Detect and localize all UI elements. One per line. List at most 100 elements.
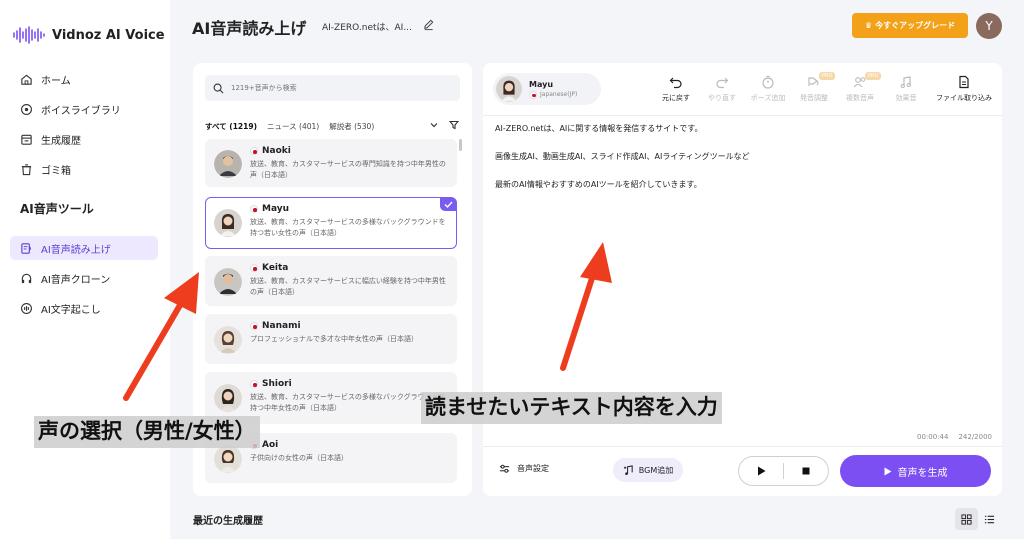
voice-description: 放送、教育、カスタマーサービスに幅広い経験を持つ中年男性の声（日本語） [250,277,446,296]
sidebar-item-label: AI文字起こし [41,304,101,316]
sidebar-item-label: AI音声読み上げ [41,244,111,256]
annotation-voice-selection: 声の選択（男性/女性） [34,416,260,448]
grid-icon [961,513,972,525]
upgrade-label: 今すぐアップグレード [875,21,956,30]
selected-voice-chip[interactable]: Mayu Japanese(JP) [493,73,601,105]
pro-badge: PRO [865,72,882,80]
japan-flag-icon [250,264,258,272]
filter-tab-all[interactable]: すべて (1219) [205,121,257,132]
sidebar-item-label: ボイスライブラリ [41,105,121,117]
text-to-speech-icon [21,242,31,254]
voice-avatar-female [214,326,242,354]
filter-tab-commentator[interactable]: 解説者 (530) [329,121,374,132]
file-import-button[interactable]: ファイル取り込み [929,75,999,103]
editor-toolbar: 元に戻す やり直す ポーズ追加 PRO 発音調整 PRO 複数音声 効果音 ファ… [653,72,999,103]
voice-avatar-female [214,209,242,237]
voice-settings-button[interactable]: 音声設定 [499,463,549,474]
japan-flag-icon [250,380,258,388]
page-title: AI音声読み上げ [192,19,307,38]
app-logo[interactable]: Vidnoz AI Voice [12,26,165,44]
redo-label: やり直す [708,94,736,102]
selected-voice-name: Mayu [529,79,554,89]
upgrade-button[interactable]: ♛ 今すぐアップグレード [852,13,968,38]
play-icon [757,466,765,476]
sidebar-item-label: ホーム [41,75,71,87]
voice-avatar-male [214,268,242,296]
voice-card-naoki[interactable]: Naoki 放送、教育、カスタマーサービスの専門知識を持つ中年男性の声（日本語） [205,139,457,187]
voice-card-nanami[interactable]: Nanami プロフェッショナルで多才な中年女性の声（日本語） [205,314,457,364]
voice-name-row: Keita [250,263,448,273]
sidebar: Vidnoz AI Voice ホーム ボイスライブラリ 生成履歴 ゴミ箱 AI… [0,0,170,539]
pro-badge: PRO [819,72,836,80]
file-import-icon [959,75,969,89]
voice-search-box[interactable] [205,75,460,101]
redo-button[interactable]: やり直す [699,75,745,103]
voice-name: Aoi [262,440,279,450]
sidebar-item-history[interactable]: 生成履歴 [10,127,158,151]
voice-description: 放送、教育、カスタマーサービスの多様なバックグラウンドを持つ若い女性の声（日本語… [250,218,446,237]
selected-voice-info: Mayu Japanese(JP) [529,80,577,99]
voice-name: Keita [262,263,289,273]
voice-name-row: Mayu [250,204,448,214]
sound-effect-icon [900,76,911,89]
playback-controls [738,456,829,486]
voice-avatar-female [214,384,242,412]
voice-name: Naoki [262,146,291,156]
filter-tab-news[interactable]: ニュース (401) [267,121,319,132]
voice-card-keita[interactable]: Keita 放送、教育、カスタマーサービスに幅広い経験を持つ中年男性の声（日本語… [205,256,457,306]
text-input-area[interactable]: AI-ZERO.netは、AIに関する情報を発信するサイトです。 画像生成AI、… [495,125,750,209]
voice-avatar-female [496,76,522,102]
voice-name-row: Naoki [250,146,448,156]
edit-pencil-icon[interactable] [422,18,435,31]
view-toggle [955,508,1001,530]
sidebar-item-home[interactable]: ホーム [10,67,158,91]
transcription-icon [21,302,32,314]
sound-effect-button[interactable]: 効果音 [883,75,929,103]
bottom-divider [483,446,1002,447]
voice-description: プロフェッショナルで多才な中年女性の声（日本語） [250,335,418,343]
stop-button[interactable] [784,457,828,485]
add-pause-button[interactable]: ポーズ追加 [745,75,791,103]
voice-name-row: Shiori [250,379,448,389]
home-icon [21,74,32,85]
sidebar-item-trash[interactable]: ゴミ箱 [10,157,158,181]
selected-voice-language: Japanese(JP) [529,90,578,99]
user-avatar[interactable]: Y [976,13,1002,39]
app-name: Vidnoz AI Voice [52,27,165,43]
voice-name: Nanami [262,321,301,331]
sidebar-item-voice-library[interactable]: ボイスライブラリ [10,97,158,121]
ai-voice-tools-heading: AI音声ツール [20,202,94,216]
voice-name-row: Aoi [250,440,448,450]
multi-voice-button[interactable]: PRO 複数音声 [837,72,883,103]
voice-search-input[interactable] [231,84,431,92]
character-count: 242/2000 [958,433,992,441]
generate-voice-button[interactable]: 音声を生成 [840,455,991,487]
japan-flag-icon [250,322,258,330]
play-icon [884,467,891,475]
filter-funnel-icon[interactable] [449,120,459,130]
document-title[interactable]: AI-ZERO.netは、AI... [322,20,412,33]
voice-list-scrollbar[interactable] [459,139,462,151]
duration-readout: 00:00:44 [917,433,949,441]
chevron-down-icon[interactable] [429,120,439,130]
add-bgm-button[interactable]: BGM追加 [613,458,683,482]
sidebar-item-ai-transcription[interactable]: AI文字起こし [10,296,158,320]
sidebar-item-ai-text-to-speech[interactable]: AI音声読み上げ [10,236,158,260]
text-meta: 00:00:44 242/2000 [917,433,992,441]
voice-description: 子供向けの女性の声（日本語） [250,454,348,462]
list-view-button[interactable] [978,508,1001,530]
text-editor-panel: Mayu Japanese(JP) 元に戻す やり直す ポーズ追加 PRO 発音… [483,63,1002,496]
sidebar-item-ai-voice-clone[interactable]: AI音声クローン [10,266,158,290]
pronunciation-button[interactable]: PRO 発音調整 [791,72,837,103]
add-pause-label: ポーズ追加 [750,94,786,102]
grid-view-button[interactable] [955,508,978,530]
japan-flag-icon [250,205,258,213]
voice-card-mayu[interactable]: Mayu 放送、教育、カスタマーサービスの多様なバックグラウンドを持つ若い女性の… [205,197,457,249]
voice-filter-tabs: すべて (1219) ニュース (401) 解説者 (530) [205,121,374,132]
language-label: Japanese(JP) [540,91,578,98]
undo-icon [669,77,682,89]
search-icon [213,83,224,93]
play-button[interactable] [739,457,783,485]
sound-effect-label: 効果音 [895,94,917,102]
undo-button[interactable]: 元に戻す [653,75,699,103]
